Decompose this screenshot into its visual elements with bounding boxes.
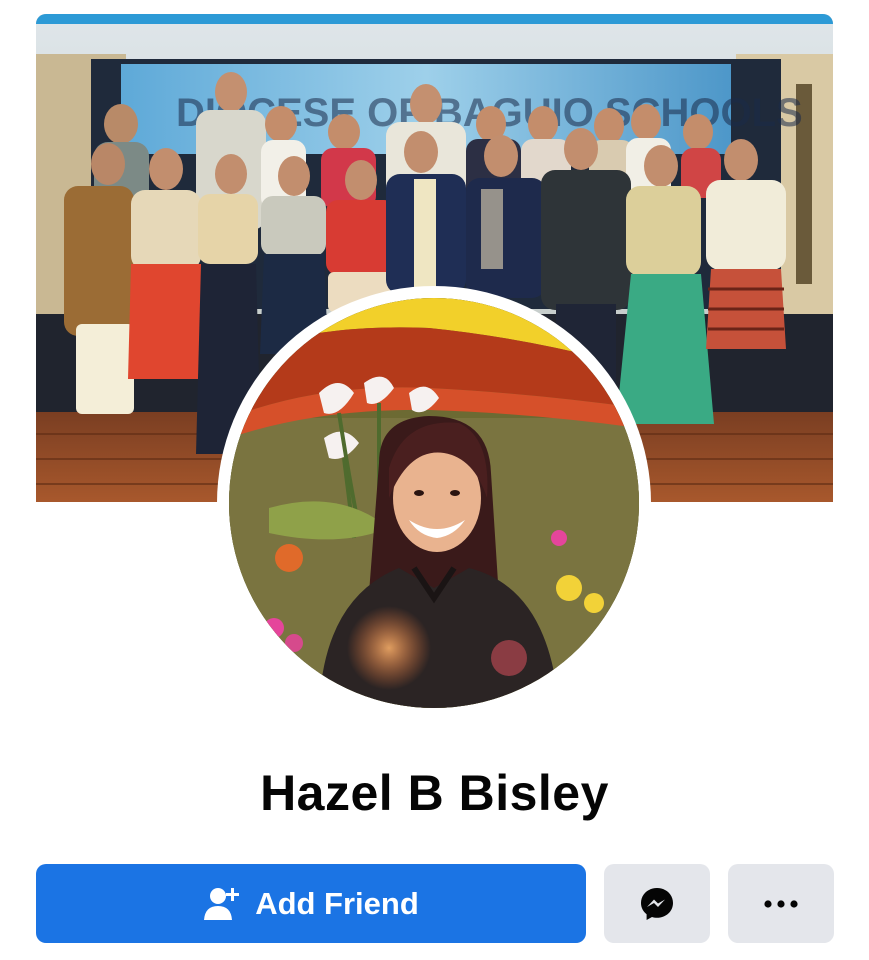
profile-picture-image [229,298,639,708]
messenger-button[interactable] [604,864,710,943]
more-options-icon [764,899,798,908]
add-friend-label: Add Friend [255,885,419,921]
profile-picture[interactable] [229,298,639,708]
profile-page: DIOCESE OF BAGUIO SCHOOLS Hazel B Bisley… [0,0,869,960]
profile-actions: Add Friend [0,864,869,944]
profile-picture-frame[interactable] [217,286,651,720]
profile-name: Hazel B Bisley [260,765,609,821]
messenger-icon [639,886,675,922]
add-friend-button[interactable]: Add Friend [36,864,586,943]
more-options-button[interactable] [728,864,834,943]
add-person-icon [203,886,241,922]
